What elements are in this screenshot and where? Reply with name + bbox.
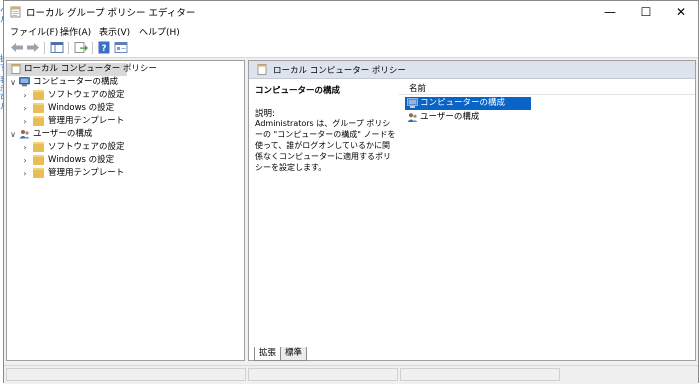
details-pane: ローカル コンピューター ポリシー コンピューターの構成 説明: Adminis… bbox=[248, 60, 696, 361]
tree-item-local-computer-policy[interactable]: ローカル コンピューター ポリシー bbox=[7, 63, 157, 76]
maximize-button[interactable]: ☐ bbox=[629, 1, 663, 23]
toolbar-separator bbox=[92, 42, 93, 54]
description-text: Administrators は、グループ ポリシーの "コンピューターの構成"… bbox=[255, 119, 396, 172]
details-header: ローカル コンピューター ポリシー bbox=[249, 61, 695, 79]
tree-item-user-software-settings[interactable]: › ソフトウェアの設定 bbox=[7, 141, 207, 154]
tree-item-label: ユーザーの構成 bbox=[33, 129, 93, 139]
tree-item-admin-templates[interactable]: › 管理用テンプレート bbox=[7, 115, 207, 128]
tab-standard[interactable]: 標準 bbox=[280, 347, 308, 361]
tree-item-user-config[interactable]: ∨ ユーザーの構成 bbox=[7, 128, 207, 141]
folder-icon bbox=[33, 142, 44, 152]
tab-extended[interactable]: 拡張 bbox=[254, 347, 282, 361]
chevron-right-icon[interactable]: › bbox=[21, 89, 29, 102]
chevron-down-icon[interactable]: ∨ bbox=[9, 76, 17, 89]
menu-help[interactable]: ヘルプ(H) bbox=[139, 25, 180, 38]
properties-icon[interactable] bbox=[114, 41, 128, 54]
column-header-name[interactable]: 名前 bbox=[399, 78, 695, 95]
computer-icon bbox=[407, 98, 418, 108]
minimize-button[interactable]: — bbox=[593, 1, 627, 23]
status-segment bbox=[6, 368, 246, 381]
status-segment bbox=[400, 368, 560, 381]
toolbar-separator bbox=[44, 42, 45, 54]
tree-item-computer-config[interactable]: ∨ コンピューターの構成 bbox=[7, 76, 207, 89]
description-title: コンピューターの構成 bbox=[255, 86, 341, 96]
folder-icon bbox=[33, 155, 44, 165]
folder-icon bbox=[33, 90, 44, 100]
chevron-right-icon[interactable]: › bbox=[21, 141, 29, 154]
column-header-label: 名前 bbox=[409, 84, 427, 94]
menu-view[interactable]: 表示(V) bbox=[99, 25, 130, 38]
list-item-label: コンピューターの構成 bbox=[420, 98, 506, 108]
forward-icon[interactable] bbox=[26, 41, 40, 54]
tree-item-windows-settings[interactable]: › Windows の設定 bbox=[7, 102, 207, 115]
tree-item-label: ローカル コンピューター ポリシー bbox=[24, 64, 157, 74]
tree-item-label: Windows の設定 bbox=[48, 103, 115, 113]
users-icon bbox=[19, 130, 30, 139]
policy-document-icon bbox=[11, 64, 21, 74]
chevron-right-icon[interactable]: › bbox=[21, 154, 29, 167]
policy-document-icon bbox=[257, 64, 267, 75]
folder-icon bbox=[33, 116, 44, 126]
main-content: ローカル コンピューター ポリシー ∨ コンピューターの構成 › ソフトウェアの… bbox=[4, 58, 698, 365]
folder-icon bbox=[33, 103, 44, 113]
list-item-user-config[interactable]: ユーザーの構成 bbox=[405, 111, 531, 124]
menu-action[interactable]: 操作(A) bbox=[60, 25, 91, 38]
close-button[interactable]: ✕ bbox=[664, 1, 698, 23]
tree-item-software-settings[interactable]: › ソフトウェアの設定 bbox=[7, 89, 207, 102]
svg-text:?: ? bbox=[101, 44, 106, 54]
back-icon[interactable] bbox=[10, 41, 24, 54]
tree-item-label: コンピューターの構成 bbox=[33, 77, 119, 87]
policy-document-icon bbox=[10, 6, 21, 18]
chevron-right-icon[interactable]: › bbox=[21, 167, 29, 180]
users-icon bbox=[407, 113, 418, 122]
list-item-computer-config[interactable]: コンピューターの構成 bbox=[405, 97, 531, 110]
window-title: ローカル グループ ポリシー エディター bbox=[26, 8, 196, 19]
toolbar: ? bbox=[4, 39, 698, 58]
title-bar[interactable]: ローカル グループ ポリシー エディター — ☐ ✕ bbox=[4, 1, 698, 23]
tree-item-label: ソフトウェアの設定 bbox=[48, 90, 125, 100]
console-tree: ローカル コンピューター ポリシー ∨ コンピューターの構成 › ソフトウェアの… bbox=[6, 60, 245, 361]
chevron-down-icon[interactable]: ∨ bbox=[9, 128, 17, 141]
menu-bar: ファイル(F) 操作(A) 表示(V) ヘルプ(H) bbox=[4, 23, 698, 39]
tree-item-user-admin-templates[interactable]: › 管理用テンプレート bbox=[7, 167, 207, 180]
group-policy-editor-window: ローカル グループ ポリシー エディター — ☐ ✕ ファイル(F) 操作(A)… bbox=[3, 0, 699, 384]
tree-item-label: 管理用テンプレート bbox=[48, 168, 125, 178]
folder-icon bbox=[33, 168, 44, 178]
tree-item-label: ソフトウェアの設定 bbox=[48, 142, 125, 152]
computer-icon bbox=[19, 77, 30, 87]
tree-item-label: Windows の設定 bbox=[48, 155, 115, 165]
details-header-title: ローカル コンピューター ポリシー bbox=[273, 66, 406, 76]
list-item-label: ユーザーの構成 bbox=[420, 112, 480, 122]
tree-item-user-windows-settings[interactable]: › Windows の設定 bbox=[7, 154, 207, 167]
status-bar bbox=[4, 365, 698, 384]
export-list-icon[interactable] bbox=[74, 41, 88, 54]
tree-item-label: 管理用テンプレート bbox=[48, 116, 125, 126]
menu-file[interactable]: ファイル(F) bbox=[10, 25, 58, 38]
status-segment bbox=[248, 368, 398, 381]
chevron-right-icon[interactable]: › bbox=[21, 102, 29, 115]
toolbar-separator bbox=[68, 42, 69, 54]
show-hide-tree-icon[interactable] bbox=[50, 41, 64, 54]
help-icon[interactable]: ? bbox=[97, 41, 111, 54]
chevron-right-icon[interactable]: › bbox=[21, 115, 29, 128]
